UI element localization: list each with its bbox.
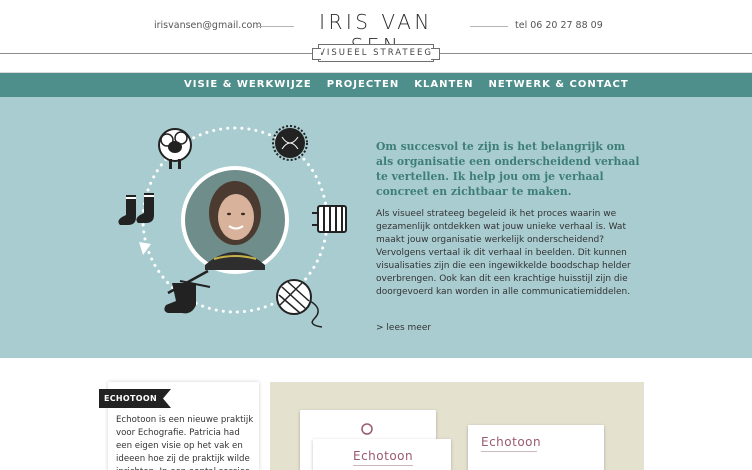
read-more-link[interactable]: > lees meer <box>376 323 431 333</box>
header-divider-left <box>256 26 294 27</box>
nav-item-klanten[interactable]: KLANTEN <box>414 73 473 97</box>
nav-item-visie-werkwijze[interactable]: VISIE & WERKWIJZE <box>184 73 312 97</box>
tagline-banner: VISUEEL STRATEEG <box>312 44 440 62</box>
hero-section: Om succesvol te zijn is het belangrijk o… <box>0 97 752 358</box>
portrait-avatar <box>181 166 289 274</box>
card-subline <box>353 465 413 466</box>
header-phone: tel 06 20 27 88 09 <box>515 20 603 31</box>
echotoon-logo: Echotoon <box>353 449 414 463</box>
logo-mark-icon <box>361 423 373 435</box>
yarn-skein-icon <box>312 205 347 233</box>
project-ribbon-label: ECHOTOON <box>104 394 157 403</box>
wool-tangle-icon <box>272 125 308 161</box>
site-header: irisvansen@gmail.com IRIS VAN SEN tel 06… <box>0 0 752 73</box>
hero-lead-text: Om succesvol te zijn is het belangrijk o… <box>376 140 640 198</box>
main-nav: VISIE & WERKWIJZE PROJECTEN KLANTEN NETW… <box>0 73 752 97</box>
nav-item-netwerk-contact[interactable]: NETWERK & CONTACT <box>488 73 628 97</box>
hero-body-text: Als visueel strateeg begeleid ik het pro… <box>376 209 631 297</box>
nav-item-projecten[interactable]: PROJECTEN <box>327 73 399 97</box>
card-subline-secondary <box>481 451 537 452</box>
process-illustration <box>118 125 347 328</box>
header-email-link[interactable]: irisvansen@gmail.com <box>154 20 262 31</box>
project-description: Echotoon is een nieuwe praktijk voor Ech… <box>116 415 254 470</box>
socks-icon <box>118 193 154 225</box>
yarn-ball-icon <box>276 279 323 328</box>
sheep-icon <box>158 128 192 169</box>
echotoon-logo-secondary: Echotoon <box>481 435 542 449</box>
header-divider-right <box>470 26 508 27</box>
